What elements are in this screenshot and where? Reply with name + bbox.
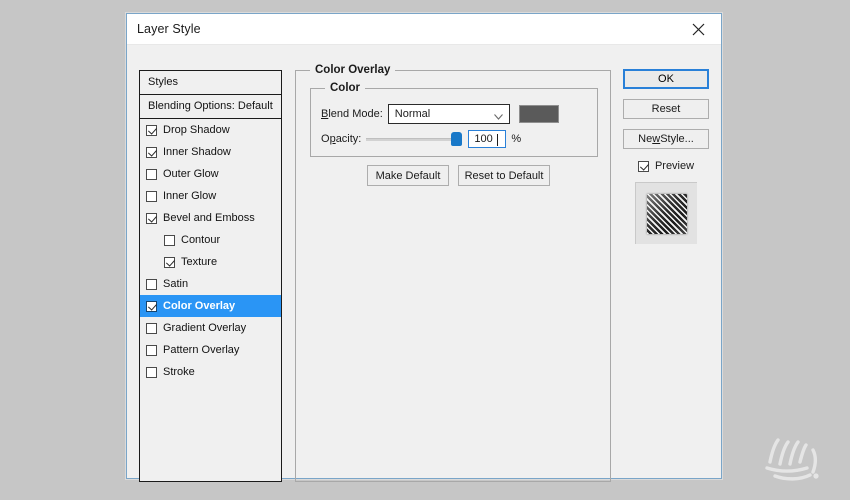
blend-mode-label: Blend Mode: xyxy=(321,108,383,120)
ok-button[interactable]: OK xyxy=(623,69,709,89)
close-icon-glyph xyxy=(692,23,705,35)
blend-mode-select[interactable]: Normal xyxy=(387,104,510,124)
style-checkbox-satin[interactable] xyxy=(146,278,157,290)
style-row-label: Satin xyxy=(163,278,189,290)
opacity-label-pre: O xyxy=(321,133,330,145)
blending-options-row[interactable]: Blending Options: Default xyxy=(140,95,281,119)
style-row-label: Gradient Overlay xyxy=(163,322,247,334)
color-subgroup-title: Color xyxy=(325,82,366,94)
title-bar: Layer Style xyxy=(127,14,721,45)
style-row-inner-glow[interactable]: Inner Glow xyxy=(140,185,281,207)
right-button-panel: OK Reset Ne w Style... Preview xyxy=(623,69,709,244)
opacity-unit: % xyxy=(511,133,522,145)
style-row-inner-shadow[interactable]: Inner Shadow xyxy=(140,141,281,163)
style-row-satin[interactable]: Satin xyxy=(140,273,281,295)
blend-mode-row: Blend Mode: Normal xyxy=(321,104,559,124)
preview-checkbox-row[interactable]: Preview xyxy=(623,157,709,175)
new-style-pre: Ne xyxy=(638,133,653,145)
text-caret xyxy=(497,134,499,146)
reset-to-default-button[interactable]: Reset to Default xyxy=(458,165,550,186)
style-checkbox-color-overlay[interactable] xyxy=(146,300,157,312)
reset-button[interactable]: Reset xyxy=(623,99,709,119)
opacity-slider[interactable] xyxy=(366,131,463,147)
color-overlay-group: Color Overlay Color Blend Mode: Normal O… xyxy=(295,64,611,482)
watermark-logo xyxy=(758,432,836,488)
watermark-glyph xyxy=(765,438,819,481)
style-checkbox-pattern-overlay[interactable] xyxy=(146,344,157,356)
overlay-color-swatch[interactable] xyxy=(518,105,559,123)
new-style-post: Style... xyxy=(660,133,694,145)
style-checkbox-outer-glow[interactable] xyxy=(146,168,157,180)
blend-mode-value: Normal xyxy=(394,108,431,120)
style-checkbox-inner-glow[interactable] xyxy=(146,190,157,202)
style-row-label: Stroke xyxy=(163,366,195,378)
opacity-slider-thumb[interactable] xyxy=(451,132,463,146)
style-row-label: Color Overlay xyxy=(163,300,236,312)
style-row-color-overlay[interactable]: Color Overlay xyxy=(140,295,281,317)
new-style-accel: w xyxy=(652,133,661,145)
style-row-label: Pattern Overlay xyxy=(163,344,240,356)
style-checkbox-bevel-and-emboss[interactable] xyxy=(146,212,157,224)
layer-style-dialog: Layer Style Styles Blending Options: Def… xyxy=(126,13,722,482)
chevron-down-icon-glyph xyxy=(493,114,503,120)
style-row-gradient-overlay[interactable]: Gradient Overlay xyxy=(140,317,281,339)
chevron-down-icon xyxy=(493,111,503,123)
opacity-label-post: acity: xyxy=(335,133,362,145)
style-row-label: Drop Shadow xyxy=(163,124,230,136)
style-checkbox-gradient-overlay[interactable] xyxy=(146,322,157,334)
style-checkbox-contour[interactable] xyxy=(164,234,175,246)
style-checkbox-drop-shadow[interactable] xyxy=(146,124,157,136)
style-row-stroke[interactable]: Stroke xyxy=(140,361,281,383)
color-overlay-group-title: Color Overlay xyxy=(310,64,396,76)
style-checkbox-inner-shadow[interactable] xyxy=(146,146,157,158)
new-style-button[interactable]: Ne w Style... xyxy=(623,129,709,149)
color-subgroup: Color Blend Mode: Normal Opacity: 100 % xyxy=(310,82,598,157)
dialog-body: Styles Blending Options: Default Drop Sh… xyxy=(127,45,721,482)
style-checkbox-stroke[interactable] xyxy=(146,366,157,378)
styles-list-panel: Styles Blending Options: Default Drop Sh… xyxy=(139,70,282,482)
preview-checkbox[interactable] xyxy=(637,160,649,172)
style-row-label: Texture xyxy=(181,256,218,268)
style-row-bevel-and-emboss[interactable]: Bevel and Emboss xyxy=(140,207,281,229)
opacity-value: 100 xyxy=(474,133,493,145)
style-row-drop-shadow[interactable]: Drop Shadow xyxy=(140,119,281,141)
style-checkbox-texture[interactable] xyxy=(164,256,175,268)
opacity-input[interactable]: 100 xyxy=(468,130,507,148)
window-title: Layer Style xyxy=(137,22,201,36)
preview-label: Preview xyxy=(654,160,695,172)
style-row-outer-glow[interactable]: Outer Glow xyxy=(140,163,281,185)
opacity-row: Opacity: 100 % xyxy=(321,130,521,148)
styles-list-header: Styles xyxy=(140,71,281,95)
style-row-label: Outer Glow xyxy=(163,168,219,180)
style-row-contour[interactable]: Contour xyxy=(140,229,281,251)
close-icon[interactable] xyxy=(676,14,721,44)
style-row-label: Inner Glow xyxy=(163,190,217,202)
blend-mode-label-rest: lend Mode: xyxy=(328,108,383,120)
make-default-button[interactable]: Make Default xyxy=(367,165,449,186)
style-row-texture[interactable]: Texture xyxy=(140,251,281,273)
styles-rows: Drop Shadow Inner Shadow Outer Glow Inner G… xyxy=(140,119,281,383)
style-row-label: Inner Shadow xyxy=(163,146,231,158)
style-row-label: Bevel and Emboss xyxy=(163,212,255,224)
style-row-label: Contour xyxy=(181,234,221,246)
style-row-pattern-overlay[interactable]: Pattern Overlay xyxy=(140,339,281,361)
preview-thumbnail-box xyxy=(635,182,697,244)
preview-thumbnail xyxy=(646,193,687,234)
opacity-label: Opacity: xyxy=(321,133,361,145)
